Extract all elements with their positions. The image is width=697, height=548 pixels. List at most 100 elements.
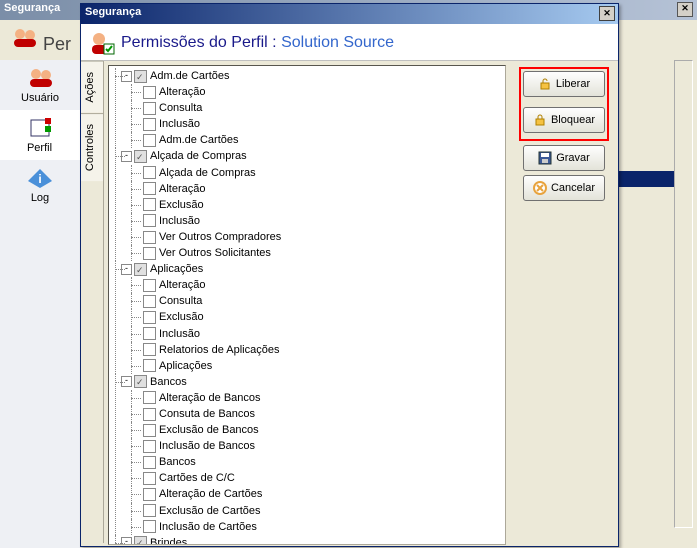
scrollbar-vertical[interactable] <box>674 60 693 528</box>
checkbox[interactable] <box>143 231 156 244</box>
tree-node[interactable]: Alçada de Compras <box>143 165 503 181</box>
tree-node[interactable]: Exclusão de Bancos <box>143 422 503 438</box>
bloquear-button[interactable]: Bloquear <box>523 107 605 133</box>
checkbox[interactable] <box>143 488 156 501</box>
tree-node[interactable]: Inclusão de Cartões <box>143 519 503 535</box>
sidebar-item-perfil[interactable]: Perfil <box>0 110 80 160</box>
tree-node-label: Alteração <box>159 86 205 98</box>
tree-node-label: Alteração de Cartões <box>159 489 262 501</box>
tree-node-label: Inclusão de Bancos <box>159 440 255 452</box>
tree-node[interactable]: -BancosAlteração de BancosConsuta de Ban… <box>127 374 503 535</box>
checkbox[interactable] <box>134 375 147 388</box>
permissions-tree[interactable]: -Adm.de CartõesAlteraçãoConsultaInclusão… <box>108 65 506 545</box>
tree-node-label: Inclusão <box>159 215 200 227</box>
close-button[interactable]: ✕ <box>599 6 615 21</box>
tree-node[interactable]: Adm.de Cartões <box>143 132 503 148</box>
tree-node[interactable]: Exclusão <box>143 309 503 325</box>
checkbox[interactable] <box>143 424 156 437</box>
checkbox[interactable] <box>143 295 156 308</box>
tree-node[interactable]: Exclusão de Cartões <box>143 503 503 519</box>
checkbox[interactable] <box>134 70 147 83</box>
tree-node-label: Bancos <box>159 456 196 468</box>
tree-node[interactable]: Alteração <box>143 277 503 293</box>
checkbox[interactable] <box>143 166 156 179</box>
checkbox[interactable] <box>143 182 156 195</box>
tree-node-label: Ver Outros Solicitantes <box>159 247 271 259</box>
expander-icon[interactable]: - <box>121 151 132 162</box>
tree-node-label: Aplicações <box>150 263 203 275</box>
tree-node[interactable]: -Brindes <box>127 535 503 545</box>
expander-icon[interactable]: - <box>121 537 132 545</box>
tree-node[interactable]: Alteração de Cartões <box>143 486 503 502</box>
tree-node[interactable]: Alteração <box>143 84 503 100</box>
tree-node-label: Cartões de C/C <box>159 472 235 484</box>
tree-node[interactable]: Inclusão <box>143 116 503 132</box>
checkbox[interactable] <box>143 102 156 115</box>
tree-node[interactable]: -Alçada de ComprasAlçada de ComprasAlter… <box>127 148 503 261</box>
tree-node-label: Alteração de Bancos <box>159 392 261 404</box>
tree-node[interactable]: Bancos <box>143 454 503 470</box>
checkbox[interactable] <box>134 536 147 545</box>
gravar-button[interactable]: Gravar <box>523 145 605 171</box>
parent-heading-text: Per <box>43 34 71 54</box>
checkbox[interactable] <box>143 391 156 404</box>
tree-node[interactable]: Consuta de Bancos <box>143 406 503 422</box>
tree-node[interactable]: Cartões de C/C <box>143 470 503 486</box>
tree-node[interactable]: Ver Outros Compradores <box>143 229 503 245</box>
tree-node[interactable]: Consulta <box>143 100 503 116</box>
tree-node[interactable]: Inclusão <box>143 326 503 342</box>
perfil-icon <box>25 116 55 140</box>
checkbox[interactable] <box>143 408 156 421</box>
dialog-body: Ações Controles - Adm.de Cartões Alteração… <box>81 61 618 543</box>
expander-icon[interactable]: - <box>121 71 132 82</box>
tree-node-label: Inclusão <box>159 118 200 130</box>
cancelar-button[interactable]: Cancelar <box>523 175 605 201</box>
checkbox[interactable] <box>143 456 156 469</box>
checkbox[interactable] <box>143 134 156 147</box>
parent-close-button[interactable]: ✕ <box>677 2 693 17</box>
checkbox[interactable] <box>143 214 156 227</box>
tree-node[interactable]: Ver Outros Solicitantes <box>143 245 503 261</box>
expander-icon[interactable]: - <box>121 264 132 275</box>
liberar-button[interactable]: Liberar <box>523 71 605 97</box>
tree-node[interactable]: Alteração <box>143 181 503 197</box>
sidebar-item-label: Perfil <box>27 142 52 154</box>
checkbox[interactable] <box>143 247 156 260</box>
checkbox[interactable] <box>143 440 156 453</box>
tree-node[interactable]: Alteração de Bancos <box>143 390 503 406</box>
checkbox[interactable] <box>143 504 156 517</box>
lock-icon <box>533 113 547 127</box>
tree-node[interactable]: Aplicações <box>143 358 503 374</box>
users-icon <box>10 26 38 50</box>
tree-node-label: Inclusão de Cartões <box>159 521 257 533</box>
tree-node[interactable]: Exclusão <box>143 197 503 213</box>
checkbox[interactable] <box>143 118 156 131</box>
tree-node-label: Adm.de Cartões <box>159 134 238 146</box>
sidebar-item-usuario[interactable]: Usuário <box>0 60 80 110</box>
tab-controles[interactable]: Controles <box>81 113 103 181</box>
tree-node[interactable]: -AplicaçõesAlteraçãoConsultaExclusãoIncl… <box>127 261 503 374</box>
cancel-icon <box>533 181 547 195</box>
tree-node[interactable]: Consulta <box>143 293 503 309</box>
checkbox[interactable] <box>143 311 156 324</box>
tree-node-label: Adm.de Cartões <box>150 70 229 82</box>
checkbox[interactable] <box>134 263 147 276</box>
tree-node[interactable]: -Adm.de CartõesAlteraçãoConsultaInclusão… <box>127 68 503 148</box>
checkbox[interactable] <box>134 150 147 163</box>
checkbox[interactable] <box>143 472 156 485</box>
tab-acoes[interactable]: Ações <box>81 61 103 113</box>
checkbox[interactable] <box>143 359 156 372</box>
checkbox[interactable] <box>143 520 156 533</box>
checkbox[interactable] <box>143 327 156 340</box>
selection-row <box>615 171 675 187</box>
sidebar-item-log[interactable]: i Log <box>0 160 80 210</box>
tree-node[interactable]: Relatorios de Aplicações <box>143 342 503 358</box>
expander-icon[interactable]: - <box>121 376 132 387</box>
checkbox[interactable] <box>143 86 156 99</box>
checkbox[interactable] <box>143 343 156 356</box>
checkbox[interactable] <box>143 279 156 292</box>
tree-node[interactable]: Inclusão de Bancos <box>143 438 503 454</box>
tree-node[interactable]: Inclusão <box>143 213 503 229</box>
checkbox[interactable] <box>143 198 156 211</box>
highlight-box: Liberar Bloquear <box>519 67 609 141</box>
